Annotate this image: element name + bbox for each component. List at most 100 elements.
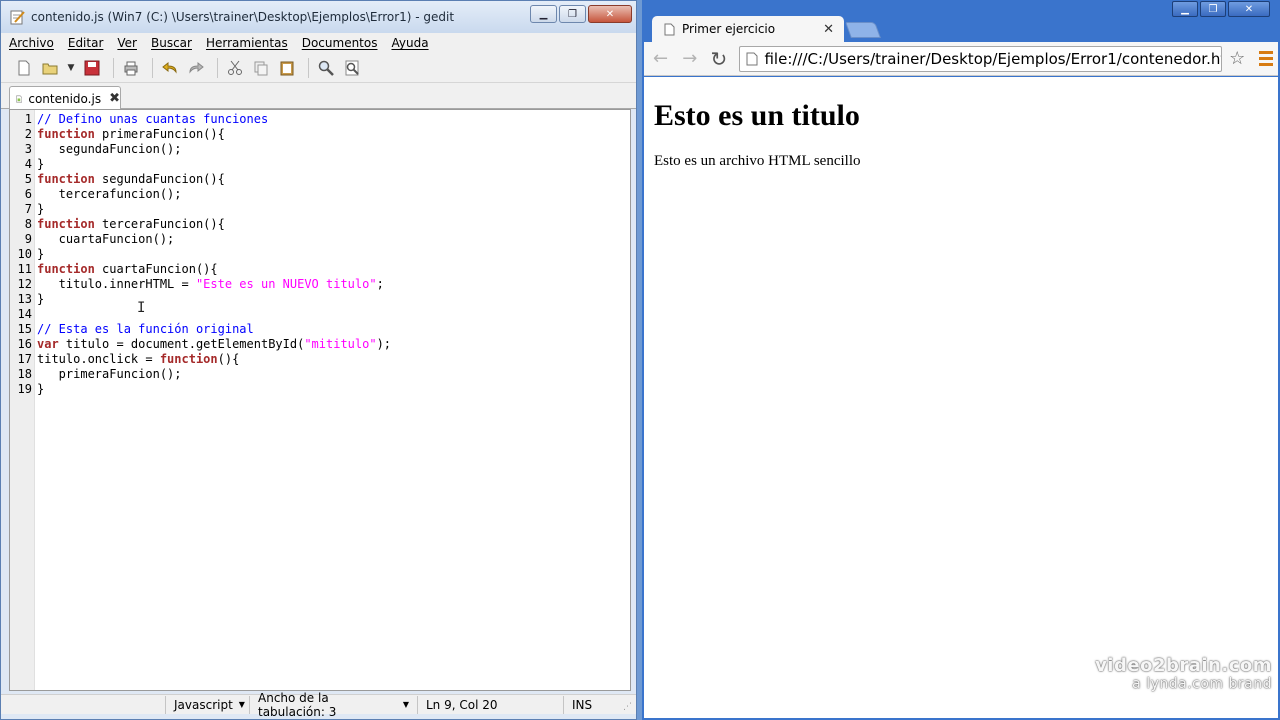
code-editor[interactable]: 1 2 3 4 5 6 7 8 9 10 11 12 13 14 15 16 1…	[9, 109, 631, 691]
browser-toolbar: ← → ↻ file:///C:/Users/trainer/Desktop/E…	[644, 42, 1278, 76]
menu-buscar[interactable]: Buscar	[151, 36, 192, 50]
page-heading[interactable]: Esto es un titulo	[654, 99, 1268, 133]
code-line: function segundaFuncion(){	[37, 172, 630, 187]
find-button[interactable]	[315, 57, 337, 79]
text-cursor-icon: I	[137, 300, 146, 316]
menu-ayuda[interactable]: Ayuda	[391, 36, 428, 50]
code-keyword: function	[159, 352, 218, 366]
resize-grip-icon[interactable]: ⋰	[623, 702, 632, 712]
arrow-left-icon: ←	[653, 48, 669, 69]
open-file-button[interactable]	[39, 57, 61, 79]
browser-tab-primer-ejercicio[interactable]: Primer ejercicio ✕	[652, 16, 844, 42]
arrow-right-icon: →	[682, 48, 698, 69]
close-button[interactable]: ✕	[1228, 1, 1270, 17]
code-comment: // Defino unas cuantas funciones	[37, 112, 269, 126]
language-label: Javascript	[174, 697, 233, 712]
gedit-status-bar: Javascript ▼ Ancho de la tabulación: 3 ▼ L…	[1, 691, 636, 719]
code-text: }	[37, 157, 45, 171]
forward-button[interactable]: →	[677, 46, 702, 72]
save-icon	[84, 60, 100, 75]
gedit-window: contenido.js (Win7 (C:) \Users\trainer\D…	[0, 0, 637, 720]
code-text: }	[37, 202, 45, 216]
line-number: 9	[24, 232, 32, 246]
document-tab-bar: contenido.js ✖	[1, 83, 636, 110]
tab-width-label: Ancho de la tabulación: 3	[258, 690, 337, 719]
menu-documentos[interactable]: Documentos	[302, 36, 378, 50]
cut-button[interactable]	[224, 57, 246, 79]
code-text: titulo = document.getElementById(	[58, 337, 305, 351]
redo-button[interactable]	[185, 57, 207, 79]
line-number: 14	[17, 307, 32, 321]
search-icon	[318, 60, 334, 76]
watermark-line-1: video2brain.com	[1095, 655, 1272, 676]
minimize-button[interactable]: ▁	[1172, 1, 1198, 17]
code-line: // Defino unas cuantas funciones	[37, 112, 630, 127]
close-tab-icon[interactable]: ✖	[109, 91, 120, 106]
copy-button[interactable]	[250, 57, 272, 79]
toolbar-separator	[308, 57, 309, 78]
minimize-button[interactable]: ▁	[530, 5, 557, 23]
language-selector[interactable]: Javascript ▼	[165, 695, 249, 714]
back-button[interactable]: ←	[648, 46, 673, 72]
code-text: segundaFuncion(){	[94, 172, 225, 186]
menu-herramientas[interactable]: Herramientas	[206, 36, 288, 50]
gedit-window-title: contenido.js (Win7 (C:) \Users\trainer\D…	[31, 10, 455, 24]
toolbar-separator	[217, 57, 218, 78]
folder-icon	[42, 63, 58, 74]
code-line: function cuartaFuncion(){	[37, 262, 630, 277]
line-number: 3	[24, 142, 32, 156]
new-file-button[interactable]	[13, 57, 35, 79]
code-keyword: function	[37, 172, 95, 186]
menu-archivo[interactable]: Archivo	[9, 36, 54, 50]
paste-button[interactable]	[276, 57, 298, 79]
undo-button[interactable]	[159, 57, 181, 79]
watermark-line-2: a lynda.com brand	[1132, 676, 1272, 692]
tab-width-selector[interactable]: Ancho de la tabulación: 3 ▼	[249, 691, 417, 719]
gedit-title-bar[interactable]: contenido.js (Win7 (C:) \Users\trainer\D…	[1, 1, 636, 33]
printer-icon	[124, 61, 138, 75]
code-string: "mititulo"	[304, 337, 377, 351]
maximize-button[interactable]: ❐	[559, 5, 586, 23]
find-replace-button[interactable]	[341, 57, 363, 79]
save-button[interactable]	[81, 57, 103, 79]
close-button[interactable]: ✕	[588, 5, 632, 23]
line-number: 18	[17, 367, 32, 381]
close-tab-icon[interactable]: ✕	[823, 22, 834, 37]
code-text: titulo.innerHTML =	[37, 277, 196, 291]
bookmark-star-icon[interactable]: ☆	[1226, 48, 1249, 69]
open-recent-dropdown[interactable]: ▼	[65, 57, 77, 79]
reload-button[interactable]: ↻	[706, 46, 731, 72]
page-paragraph: Esto es un archivo HTML sencillo	[654, 153, 861, 169]
line-number: 5	[24, 172, 32, 186]
new-tab-button[interactable]	[845, 22, 881, 38]
code-line: // Esta es la función original	[37, 322, 630, 337]
code-text-area[interactable]: // Defino unas cuantas funciones functio…	[35, 110, 630, 690]
line-number: 4	[24, 157, 32, 171]
code-text: (){	[217, 352, 240, 366]
line-number: 7	[24, 202, 32, 216]
line-number: 17	[17, 352, 32, 366]
undo-icon	[162, 61, 177, 74]
chrome-menu-icon[interactable]	[1255, 51, 1278, 66]
toolbar-separator	[152, 57, 153, 78]
line-number: 2	[24, 127, 32, 141]
code-text: segundaFuncion();	[37, 142, 182, 156]
code-text: cuartaFuncion();	[37, 232, 175, 246]
address-bar[interactable]: file:///C:/Users/trainer/Desktop/Ejemplo…	[739, 45, 1222, 72]
line-number: 8	[24, 217, 32, 231]
menu-editar[interactable]: Editar	[68, 36, 104, 50]
maximize-button[interactable]: ❐	[1200, 1, 1226, 17]
tab-contenido-js[interactable]: contenido.js ✖	[9, 86, 121, 110]
code-line: function terceraFuncion(){	[37, 217, 630, 232]
print-button[interactable]	[120, 57, 142, 79]
code-keyword: function	[37, 262, 95, 276]
cursor-position: Ln 9, Col 20	[417, 695, 563, 714]
menu-ver[interactable]: Ver	[117, 36, 137, 50]
code-line: segundaFuncion();	[37, 142, 630, 157]
redo-icon	[189, 61, 204, 74]
page-icon	[746, 52, 758, 65]
code-keyword: function	[37, 217, 95, 231]
code-text: terceraFuncion(){	[94, 217, 225, 231]
code-text: tercerafuncion();	[37, 187, 182, 201]
